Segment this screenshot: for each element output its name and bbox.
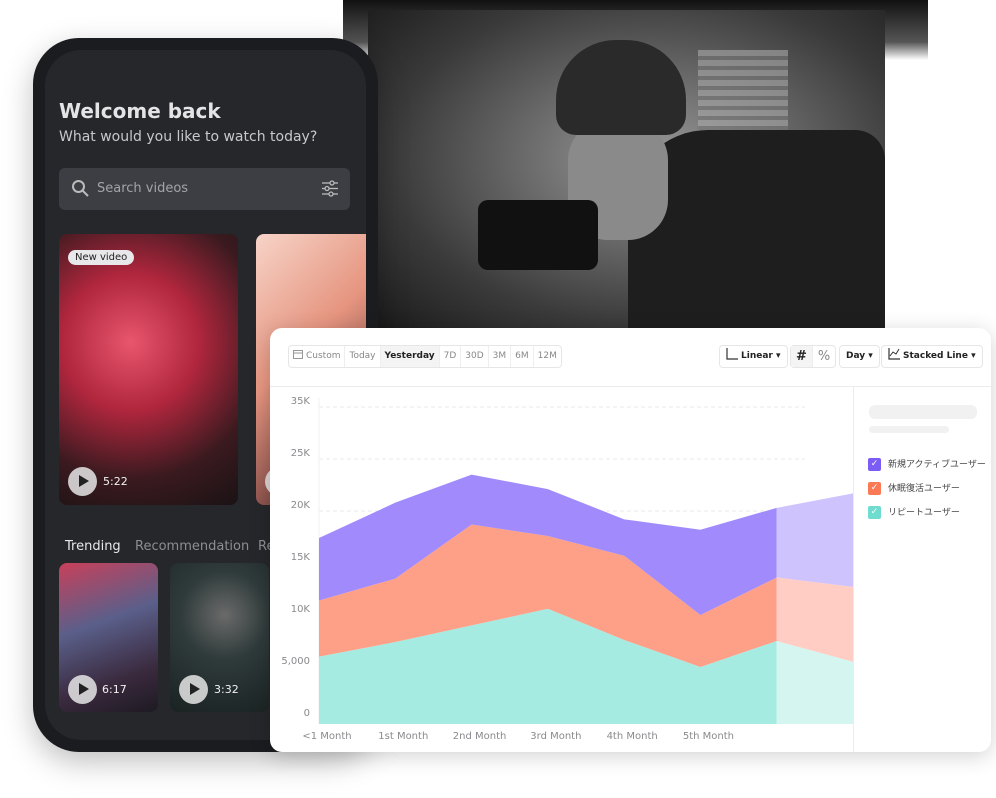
x-tick-label: <1 Month — [302, 731, 351, 742]
featured-video-card[interactable]: New video 5:22 — [59, 234, 238, 505]
y-tick-label: 0 — [304, 708, 310, 719]
checkbox-checked-icon[interactable]: ✓ — [868, 458, 881, 471]
legend-placeholder — [869, 405, 977, 419]
trending-video-card[interactable]: 6:17 — [59, 563, 158, 712]
y-tick-label: 25K — [291, 448, 311, 459]
x-tick-label: 5th Month — [683, 731, 734, 742]
stacked-area-chart: 0 5,000 10K 15K 20K 25K 35K <1 Month 1st Month 2n… — [281, 396, 853, 742]
video-duration: 3:32 — [214, 683, 239, 696]
y-tick-label: 10K — [291, 604, 311, 615]
videographer-photo — [368, 10, 885, 340]
y-tick-label: 5,000 — [281, 656, 310, 667]
checkbox-checked-icon[interactable]: ✓ — [868, 506, 881, 519]
legend-item-reactivated[interactable]: ✓ 休眠復活ユーザー — [868, 481, 960, 495]
x-tick-label: 3rd Month — [530, 731, 581, 742]
legend-item-new-active[interactable]: ✓ 新規アクティブユーザー — [868, 457, 986, 471]
trending-video-card[interactable]: 3:32 — [170, 563, 269, 712]
x-tick-label: 4th Month — [607, 731, 658, 742]
filter-icon[interactable] — [322, 180, 338, 197]
x-tick-label: 1st Month — [378, 731, 428, 742]
search-placeholder: Search videos — [97, 181, 189, 196]
checkbox-checked-icon[interactable]: ✓ — [868, 482, 881, 495]
line-chart-icon — [888, 348, 900, 360]
legend-placeholder — [869, 426, 949, 433]
y-tick-label: 20K — [291, 500, 311, 511]
tab-recommendation[interactable]: Recommendation — [135, 539, 249, 554]
play-button[interactable] — [68, 675, 97, 704]
chart-type-dropdown[interactable]: Stacked Line ▾ — [881, 345, 983, 368]
page-subtitle: What would you like to watch today? — [59, 129, 318, 145]
x-tick-label: 2nd Month — [453, 731, 507, 742]
video-duration: 5:22 — [103, 475, 128, 488]
legend-item-repeat[interactable]: ✓ リピートユーザー — [868, 505, 960, 519]
search-input[interactable]: Search videos — [59, 168, 350, 210]
divider — [853, 387, 854, 752]
search-icon — [72, 180, 89, 197]
play-button[interactable] — [68, 467, 97, 496]
tab-trending[interactable]: Trending — [65, 539, 121, 554]
area-series-incomplete — [776, 493, 853, 587]
play-button[interactable] — [179, 675, 208, 704]
y-tick-label: 15K — [291, 552, 311, 563]
page-title: Welcome back — [59, 99, 221, 123]
video-duration: 6:17 — [102, 683, 127, 696]
y-tick-label: 35K — [291, 396, 311, 407]
new-video-badge: New video — [68, 250, 135, 265]
analytics-chart-card: Custom Today Yesterday 7D 30D 3M 6M 12M … — [270, 328, 991, 752]
